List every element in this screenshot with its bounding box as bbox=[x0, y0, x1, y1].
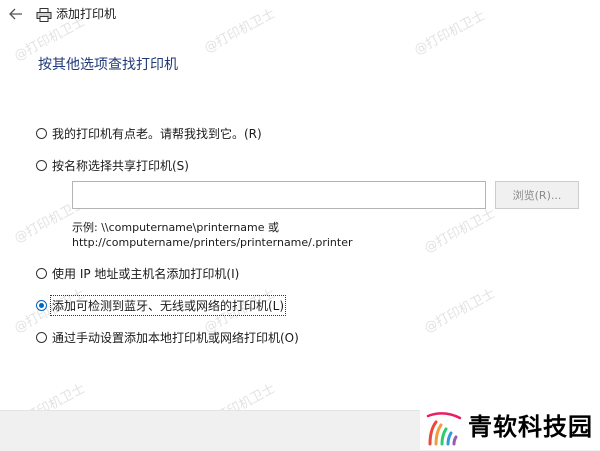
window-title: 添加打印机 bbox=[56, 7, 117, 21]
watermark: @打印机卫士 bbox=[421, 206, 498, 257]
radio-old-printer[interactable] bbox=[36, 127, 47, 139]
arrow-left-icon[interactable] bbox=[8, 6, 24, 22]
option-manual-setup[interactable]: 通过手动设置添加本地打印机或网络打印机(O) bbox=[36, 328, 299, 346]
brand-name: 青软科技园 bbox=[468, 413, 593, 441]
radio-bluetooth-wireless[interactable] bbox=[36, 299, 47, 311]
browse-button[interactable]: 浏览(R)... bbox=[495, 181, 579, 209]
watermark: @打印机卫士 bbox=[201, 6, 278, 57]
option-ip-hostname[interactable]: 使用 IP 地址或主机名添加打印机(I) bbox=[36, 264, 239, 282]
option-shared-by-name-label: 按名称选择共享打印机(S) bbox=[52, 158, 189, 173]
option-old-printer-label: 我的打印机有点老。请帮我找到它。(R) bbox=[52, 126, 262, 141]
watermark: @打印机卫士 bbox=[411, 8, 488, 59]
option-ip-hostname-label: 使用 IP 地址或主机名添加打印机(I) bbox=[52, 266, 240, 281]
watermark: @打印机卫士 bbox=[421, 286, 498, 337]
option-shared-by-name[interactable]: 按名称选择共享打印机(S) bbox=[36, 156, 189, 174]
printer-icon bbox=[36, 7, 52, 22]
example-line-1: 示例: \\computername\printername 或 bbox=[72, 221, 280, 234]
option-manual-setup-label: 通过手动设置添加本地打印机或网络打印机(O) bbox=[52, 330, 299, 345]
option-old-printer[interactable]: 我的打印机有点老。请帮我找到它。(R) bbox=[36, 124, 262, 142]
example-line-2: http://computername/printers/printername… bbox=[72, 236, 353, 249]
page-heading: 按其他选项查找打印机 bbox=[38, 57, 178, 73]
option-bluetooth-wireless[interactable]: 添加可检测到蓝牙、无线或网络的打印机(L) bbox=[36, 294, 287, 316]
brand-logo-icon bbox=[426, 412, 462, 446]
radio-ip-hostname[interactable] bbox=[36, 267, 47, 279]
brand-logo: 青软科技园 bbox=[420, 404, 600, 450]
radio-shared-by-name[interactable] bbox=[36, 159, 47, 171]
option-bluetooth-wireless-label: 添加可检测到蓝牙、无线或网络的打印机(L) bbox=[49, 294, 287, 316]
radio-manual-setup[interactable] bbox=[36, 331, 47, 343]
share-name-input[interactable] bbox=[72, 181, 486, 209]
